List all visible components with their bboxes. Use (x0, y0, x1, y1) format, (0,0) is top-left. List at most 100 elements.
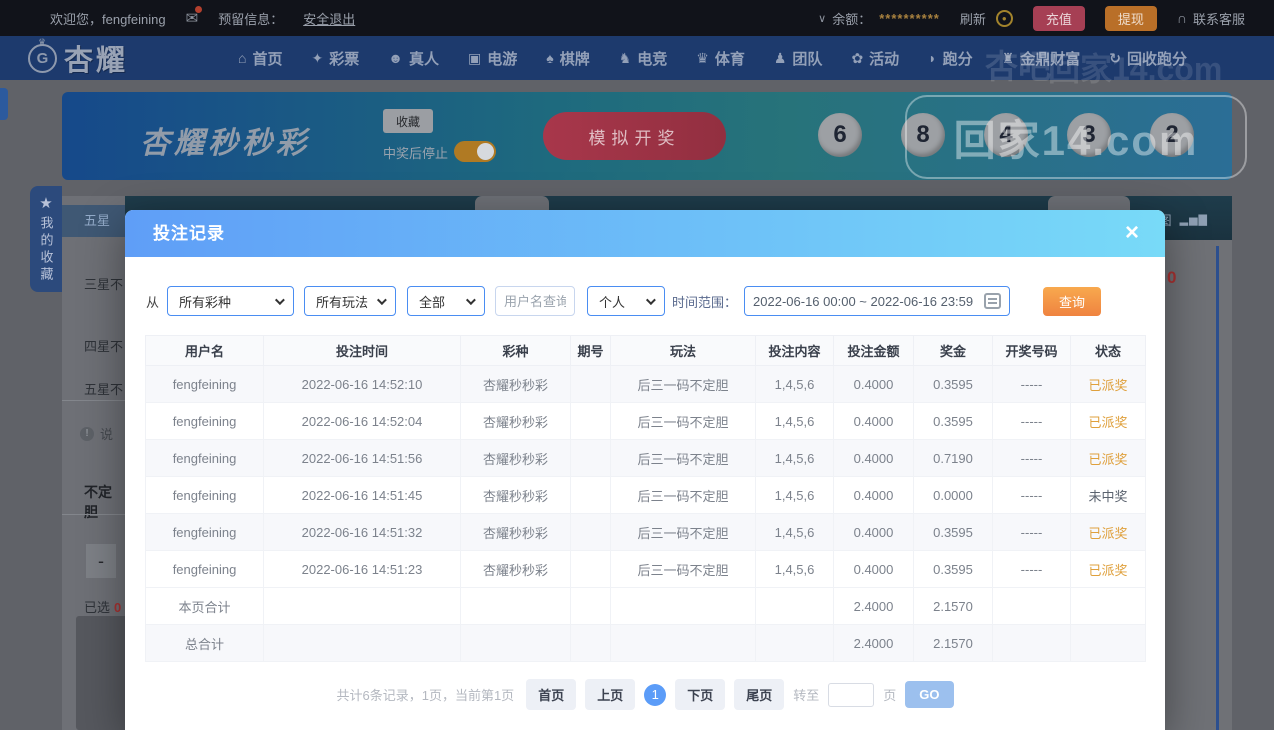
nav-item-icon: ♛ (696, 49, 709, 66)
play-cell: 后三一码不定胆 (610, 439, 756, 477)
content-cell: 1,4,5,6 (755, 550, 834, 588)
favorite-button[interactable]: 收藏 (383, 109, 433, 133)
simulate-draw-button[interactable]: 模拟开奖 (543, 112, 726, 160)
play-select[interactable]: 所有玩法 (304, 286, 397, 316)
column-header: 投注内容 (755, 335, 834, 366)
play-type-label: 不定胆 (84, 484, 112, 520)
watermark-stamp: 回家14.com (905, 95, 1247, 179)
play-menu-item[interactable]: 四星不 (84, 336, 123, 355)
summary-amount: 2.4000 (833, 624, 914, 662)
screen: 欢迎您，fengfeining ✉ 预留信息： 安全退出 ∨ 余额： *****… (0, 0, 1274, 730)
nav-item[interactable]: ♟ 团队 (774, 48, 823, 69)
amount-cell: 0.4000 (833, 402, 914, 440)
summary-prize: 2.1570 (913, 587, 993, 625)
username-search-input[interactable] (495, 286, 576, 316)
date-range-field[interactable] (744, 286, 1011, 316)
mail-icon[interactable]: ✉ (186, 6, 203, 27)
play-menu-item[interactable]: 五星不 (84, 379, 123, 398)
lottery-cell: 杏耀秒秒彩 (460, 402, 571, 440)
last-page-button[interactable]: 尾页 (734, 679, 785, 710)
nav-item[interactable]: ☻ 真人 (388, 48, 439, 69)
nav-item[interactable]: ◗ 跑分 (928, 48, 972, 69)
calendar-icon[interactable] (984, 293, 1002, 309)
column-header: 奖金 (913, 335, 993, 366)
username-cell: fengfeining (145, 402, 264, 440)
notification-dot (195, 6, 203, 13)
prize-cell: 0.3595 (913, 402, 993, 440)
withdraw-button[interactable]: 提现 (1104, 5, 1157, 31)
table-row: fengfeining 2022-06-16 14:51:32 杏耀秒秒彩 后三… (145, 513, 1146, 551)
username-cell: fengfeining (145, 550, 264, 588)
play-tab-five-star[interactable]: 五星 (62, 205, 125, 237)
recharge-button[interactable]: 充值 (1032, 5, 1085, 31)
nav-item-label: 跑分 (942, 50, 973, 68)
column-header: 投注时间 (263, 335, 461, 366)
lottery-select[interactable]: 所有彩种 (167, 286, 295, 316)
selected-count: 0 (114, 600, 122, 615)
bet-time-cell: 2022-06-16 14:52:10 (263, 365, 461, 403)
search-button[interactable]: 查询 (1043, 286, 1102, 316)
nav-item-label: 体育 (714, 50, 745, 68)
nav-item[interactable]: ✦ 彩票 (312, 48, 360, 69)
go-button[interactable]: GO (905, 681, 954, 708)
issue-cell (570, 550, 611, 588)
summary-label: 总合计 (145, 624, 264, 662)
next-page-button[interactable]: 下页 (675, 679, 726, 710)
pagination-info: 共计6条记录，1页，当前第1页 (336, 688, 515, 703)
eye-icon[interactable]: ● (995, 9, 1013, 27)
column-header: 开奖号码 (992, 335, 1071, 366)
amount-cell: 0.4000 (833, 550, 914, 588)
table-row: fengfeining 2022-06-16 14:51:56 杏耀秒秒彩 后三… (145, 439, 1146, 477)
play-cell: 后三一码不定胆 (610, 402, 756, 440)
close-icon[interactable]: × (1125, 219, 1139, 247)
nav-item[interactable]: ♞ 电竞 (619, 48, 668, 69)
goto-page-input[interactable] (828, 682, 875, 707)
summary-prize: 2.1570 (913, 624, 993, 662)
nav-item[interactable]: ♠ 棋牌 (546, 48, 589, 69)
play-menu-item[interactable]: 三星不 (84, 274, 123, 293)
nav-item-icon: ♠ (546, 50, 554, 66)
brand-badge-icon: ♛ G (28, 37, 57, 73)
nav-item-label: 棋牌 (559, 50, 590, 68)
background-right-panel: 0 (1165, 240, 1232, 730)
current-page-badge[interactable]: 1 (644, 683, 667, 706)
nav-item[interactable]: ♛ 体育 (696, 48, 745, 69)
stop-after-win-toggle[interactable] (454, 141, 496, 162)
nav-item[interactable]: ▣ 电游 (468, 48, 517, 69)
amount-cell: 0.4000 (833, 439, 914, 477)
nav-item-icon: ☻ (388, 50, 403, 66)
bet-records-modal: 投注记录 × 从 所有彩种 所有玩法 全部 个人 时间范围： 查询 (125, 210, 1165, 730)
issue-cell (570, 402, 611, 440)
nav-item-label: 电竞 (637, 50, 668, 68)
support-link[interactable]: ∩ 联系客服 (1177, 9, 1245, 28)
status-cell: 已派奖 (1070, 550, 1146, 588)
first-page-button[interactable]: 首页 (526, 679, 577, 710)
minus-button[interactable]: - (86, 544, 116, 578)
bet-time-cell: 2022-06-16 14:52:04 (263, 402, 461, 440)
nav-item[interactable]: ⌂ 首页 (238, 48, 282, 69)
nav-item-label: 团队 (792, 50, 823, 68)
nav-item-icon: ✦ (311, 49, 324, 66)
table-row: fengfeining 2022-06-16 14:51:23 杏耀秒秒彩 后三… (145, 550, 1146, 588)
nav-item-icon: ▣ (468, 49, 482, 66)
my-favorites-tab[interactable]: ★ 我的收藏 (30, 186, 62, 292)
refresh-button[interactable]: 刷新 (960, 9, 986, 28)
prev-page-button[interactable]: 上页 (585, 679, 636, 710)
nav-item-icon: ♟ (773, 49, 787, 66)
my-favorites-label: 我的收藏 (38, 216, 54, 284)
date-range-input[interactable] (753, 293, 985, 309)
chevron-down-icon (274, 294, 285, 305)
content-cell: 1,4,5,6 (755, 439, 834, 477)
bar-chart-icon: ▂▅▇ (1179, 214, 1208, 226)
logout-link[interactable]: 安全退出 (303, 9, 355, 28)
zero-fragment: 0 (1167, 268, 1177, 287)
nav-item[interactable]: ✿ 活动 (851, 48, 899, 69)
bet-time-cell: 2022-06-16 14:51:45 (263, 476, 461, 514)
brand-logo[interactable]: ♛ G 杏耀 (28, 37, 128, 79)
chevron-down-icon[interactable]: ∨ (818, 12, 826, 25)
trend-chart-link[interactable]: 图 ▂▅▇ (1159, 210, 1208, 229)
scope-select[interactable]: 个人 (587, 286, 666, 316)
status-select[interactable]: 全部 (407, 286, 486, 316)
number-pad-fragment (76, 616, 125, 730)
goto-label: 转至 (793, 688, 820, 703)
